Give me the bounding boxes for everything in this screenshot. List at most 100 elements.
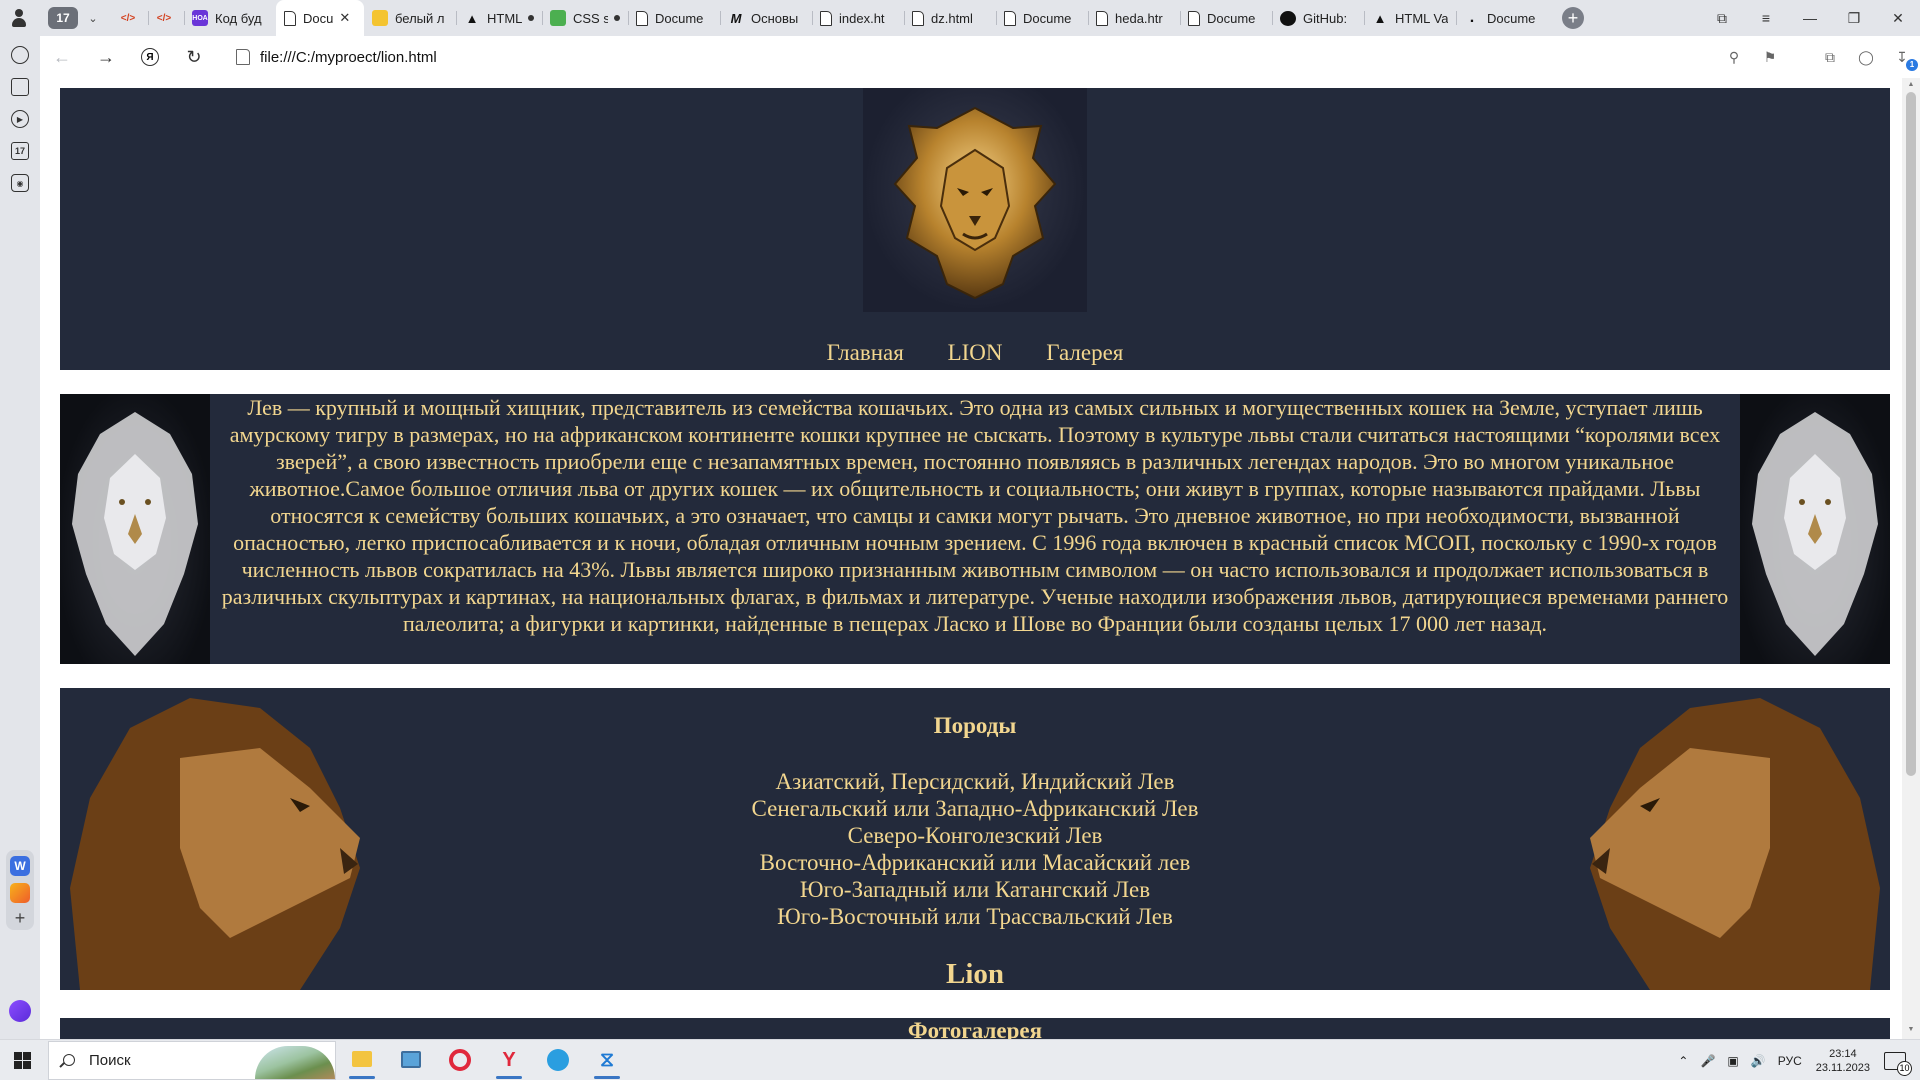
profile-button[interactable] [0, 0, 38, 36]
tab-label: dz.html [931, 10, 973, 26]
photos-app[interactable] [388, 1040, 434, 1080]
browser-tab[interactable]: белый л [364, 0, 456, 36]
browser-tab[interactable]: M Основы [720, 0, 812, 36]
word-app-icon[interactable]: W [10, 856, 30, 876]
triangle-icon: ▲ [465, 10, 479, 26]
browser-tab[interactable]: ▲ HTML [456, 0, 542, 36]
code-icon: </> [120, 12, 136, 24]
collections-icon[interactable]: ⧉ [1700, 10, 1744, 27]
vscode-icon: ⧖ [599, 1049, 615, 1071]
history-icon[interactable] [11, 46, 29, 64]
vscode-app[interactable]: ⧖ [584, 1040, 630, 1080]
volume-icon[interactable]: 🔊 [1751, 1054, 1766, 1068]
windows-taskbar: Поиск Y ⧖ ⌃ 🎤 ▣ 🔊 РУС 23:14 23.11.2023 1… [0, 1039, 1920, 1080]
search-icon [63, 1054, 75, 1066]
downloads-button[interactable]: ↧ 1 [1884, 49, 1920, 71]
page-scrollbar[interactable]: ▲ ▼ [1902, 78, 1920, 1039]
nav-link-gallery[interactable]: Галерея [1046, 340, 1123, 365]
browser-tab[interactable]: GitHub: [1272, 0, 1364, 36]
github-icon [1280, 10, 1296, 26]
new-tab-button[interactable]: + [1562, 7, 1584, 29]
golden-lion-logo [863, 88, 1087, 312]
scroll-down-icon[interactable]: ▼ [1906, 1026, 1916, 1034]
chevron-up-icon[interactable]: ⌃ [1678, 1054, 1688, 1068]
notification-button[interactable]: 10 [1884, 1051, 1912, 1076]
screenshot-icon[interactable]: ◉ [11, 174, 29, 192]
forward-button[interactable]: → [84, 47, 128, 68]
yandex-home-icon[interactable]: Я [141, 48, 159, 66]
yandex-app-icon[interactable] [10, 883, 30, 903]
video-icon[interactable]: ▶ [11, 110, 29, 128]
tab-list: </> </> НОА Код буд Docu ✕ белый л ▲ HTML CSS s Do… [112, 0, 1548, 36]
browser-tab[interactable]: Docume [1180, 0, 1272, 36]
bookmark-icon[interactable]: ⚑ [1752, 49, 1788, 66]
tab-label: GitHub: [1303, 10, 1348, 26]
lion-page: Главная LION Галерея Лев — крупный и мощ… [60, 88, 1890, 1039]
code-icon: </> [156, 12, 172, 24]
browser-tab[interactable]: Docume [628, 0, 720, 36]
browser-tab[interactable]: heda.htr [1088, 0, 1180, 36]
browser-tab[interactable]: ▲ HTML Va [1364, 0, 1456, 36]
browser-tab[interactable]: Docu ✕ [276, 0, 364, 36]
document-icon [1188, 10, 1200, 26]
scroll-up-icon[interactable]: ▲ [1906, 81, 1916, 89]
browser-tab[interactable]: </> [112, 0, 148, 36]
taskbar-search[interactable]: Поиск [48, 1041, 336, 1080]
browser-tab[interactable]: НОА Код буд [184, 0, 276, 36]
clock[interactable]: 23:14 23.11.2023 [1816, 1047, 1870, 1075]
address-field[interactable]: file:///C:/myproect/lion.html [260, 49, 437, 66]
tab-label: index.ht [839, 10, 885, 26]
browser-tab[interactable]: dz.html [904, 0, 996, 36]
browser-tab[interactable]: CSS s [542, 0, 628, 36]
profile-icon [12, 9, 26, 27]
browser-tab-strip: 17 ⌄ </> </> НОА Код буд Docu ✕ белый л ▲ HTML CS… [0, 0, 1920, 36]
network-icon[interactable]: ▣ [1727, 1054, 1738, 1068]
white-lion-image-right [1740, 394, 1890, 664]
browser-tab[interactable]: index.ht [812, 0, 904, 36]
browser-tab[interactable]: Docume [996, 0, 1088, 36]
nav-link-lion[interactable]: LION [948, 340, 1003, 365]
menu-icon[interactable]: ≡ [1744, 10, 1788, 26]
back-button[interactable]: ← [40, 47, 84, 68]
about-section: Лев — крупный и мощный хищник, представи… [60, 394, 1890, 664]
close-tab-icon[interactable]: ✕ [339, 10, 350, 26]
breeds-section: Породы Азиатский, Персидский, Индийский … [60, 688, 1890, 990]
tab-label: CSS s [573, 10, 608, 26]
downloads-badge: 1 [1906, 58, 1918, 71]
tab-label: Docume [655, 10, 704, 26]
navigation-bar: ← → Я ↻ file:///C:/myproect/lion.html ⚲ … [40, 36, 1920, 78]
calendar-icon[interactable]: 17 [11, 142, 29, 160]
opera-app[interactable] [437, 1040, 483, 1080]
tab-count-button[interactable]: 17 [48, 7, 78, 29]
yandex-browser-icon: Y [502, 1049, 516, 1071]
telegram-app[interactable] [535, 1040, 581, 1080]
yellow-favicon [372, 10, 388, 26]
browser-tab[interactable]: . Docume [1456, 0, 1548, 36]
scrollbar-thumb[interactable] [1906, 92, 1916, 776]
browser-tab[interactable]: </> [148, 0, 184, 36]
document-icon [636, 10, 648, 26]
language-indicator[interactable]: РУС [1778, 1054, 1802, 1068]
search-placeholder: Поиск [89, 1052, 131, 1069]
reload-button[interactable]: ↻ [172, 47, 216, 68]
tab-dot-icon [528, 15, 534, 21]
restore-button[interactable]: ❐ [1832, 10, 1876, 27]
gallery-section: Фотогалерея [60, 1018, 1890, 1039]
close-window-button[interactable]: ✕ [1876, 10, 1920, 27]
yandex-browser-app[interactable]: Y [486, 1040, 532, 1080]
alice-assistant-icon[interactable] [9, 1000, 31, 1022]
chevron-down-icon[interactable]: ⌄ [82, 12, 104, 25]
add-app-button[interactable]: + [10, 908, 30, 928]
collections-button[interactable]: ⧉ [1812, 49, 1848, 66]
zoom-icon[interactable]: ⚲ [1716, 49, 1752, 66]
tab-label: HTML [487, 10, 522, 26]
windows-start-icon[interactable] [14, 1052, 31, 1069]
minimize-button[interactable]: — [1788, 10, 1832, 26]
collections-icon[interactable] [11, 78, 29, 96]
microphone-icon[interactable]: 🎤 [1700, 1054, 1715, 1068]
nav-link-home[interactable]: Главная [827, 340, 904, 365]
protect-icon[interactable]: ◯ [1848, 49, 1884, 66]
file-explorer-app[interactable] [339, 1040, 385, 1080]
main-nav: Главная LION Галерея [60, 340, 1890, 366]
lion-profile-image-right [1570, 688, 1890, 990]
